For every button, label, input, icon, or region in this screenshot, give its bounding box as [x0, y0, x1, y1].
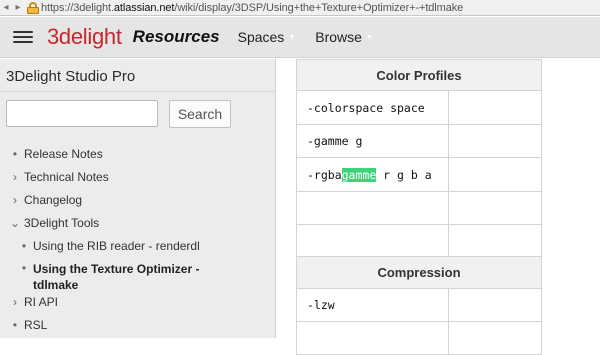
divider	[0, 91, 275, 92]
option-code: -gamme g	[297, 125, 449, 157]
back-arrow-icon[interactable]: ◂	[0, 1, 12, 15]
table-row: -gamme g	[297, 124, 541, 157]
space-title[interactable]: 3Delight Studio Pro	[6, 68, 135, 85]
table-header-color-profiles: Color Profiles	[297, 59, 541, 90]
option-code: -colorspace space	[297, 91, 449, 124]
table-row: -colorspace space	[297, 90, 541, 124]
bullet-icon: •	[21, 261, 27, 275]
table-row	[297, 224, 541, 256]
table-row: -rgba gamme r g b a	[297, 157, 541, 191]
bullet-icon: •	[12, 147, 18, 161]
brand-logo[interactable]: 3delight	[47, 24, 122, 50]
table-row	[297, 191, 541, 224]
sidebar: 3Delight Studio Pro Search • Release Not…	[0, 59, 276, 338]
bullet-icon: •	[21, 239, 27, 253]
address-bar[interactable]: ◂ ▸ https://3delight.atlassian.net/wiki/…	[0, 0, 600, 16]
spaces-menu[interactable]: Spaces ▼	[238, 29, 296, 45]
chevron-right-icon[interactable]: ›	[10, 295, 20, 309]
chevron-down-icon: ▼	[288, 33, 296, 41]
option-code: -lzw	[297, 289, 449, 321]
chevron-right-icon[interactable]: ›	[10, 193, 20, 207]
table-row: -lzw	[297, 288, 541, 321]
option-code: -rgba gamme r g b a	[297, 158, 449, 191]
hamburger-menu-icon[interactable]	[13, 29, 33, 45]
search-highlight: gamme	[341, 167, 377, 182]
main-content: Color Profiles -colorspace space -gamme …	[277, 59, 600, 355]
site-header: 3delight Resources Spaces ▼ Browse ▼	[0, 17, 600, 58]
table-header-compression: Compression	[297, 256, 541, 288]
chevron-down-icon[interactable]: ⌄	[10, 216, 20, 230]
chevron-down-icon: ▼	[365, 33, 373, 41]
options-table: Color Profiles -colorspace space -gamme …	[296, 59, 542, 355]
lock-icon	[27, 1, 39, 14]
search-button[interactable]: Search	[169, 100, 231, 128]
search-input[interactable]	[6, 100, 158, 127]
option-code	[297, 225, 449, 256]
url-text[interactable]: https://3delight.atlassian.net/wiki/disp…	[41, 2, 463, 14]
bullet-icon: •	[12, 318, 18, 332]
option-code	[297, 192, 449, 224]
chevron-right-icon[interactable]: ›	[10, 170, 20, 184]
resources-title[interactable]: Resources	[133, 27, 220, 47]
forward-arrow-icon[interactable]: ▸	[12, 1, 24, 15]
option-code	[297, 322, 449, 354]
browse-menu[interactable]: Browse ▼	[315, 29, 373, 45]
